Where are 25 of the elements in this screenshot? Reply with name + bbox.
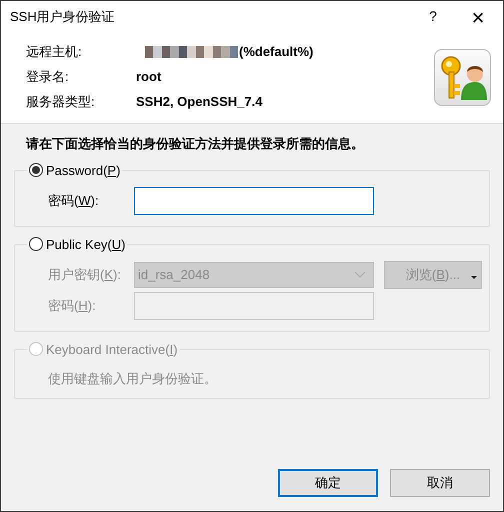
- field-label: 用户密钥(K):: [48, 266, 122, 284]
- key-user-icon: [438, 54, 486, 102]
- window-title: SSH用户身份验证: [10, 8, 116, 26]
- cancel-button[interactable]: 取消: [390, 469, 490, 497]
- password-field[interactable]: [134, 292, 374, 320]
- close-button[interactable]: ×: [453, 1, 503, 32]
- info-label: 远程主机:: [26, 42, 83, 61]
- radio-option[interactable]: Public Key(U): [27, 234, 128, 254]
- radio-option[interactable]: Password(P): [27, 160, 122, 180]
- radio-button[interactable]: [29, 163, 43, 178]
- info-value: SSH2, OpenSSH_7.4: [136, 92, 262, 111]
- info-label: 服务器类型:: [26, 92, 96, 111]
- chevron-down-icon: [355, 272, 365, 278]
- dropdown-arrow-icon: [471, 276, 477, 279]
- password-field[interactable]: [134, 187, 374, 215]
- method-description: 使用键盘输入用户身份验证。: [47, 370, 218, 388]
- help-button[interactable]: ?: [413, 1, 453, 32]
- field-label: 密码(H):: [48, 297, 97, 316]
- instruction-text: 请在下面选择恰当的身份验证方法并提供登录所需的信息。: [24, 135, 365, 153]
- radio-button[interactable]: [29, 237, 43, 252]
- field-label: 密码(W):: [48, 192, 100, 210]
- info-value: root: [136, 68, 162, 86]
- info-value: (%default%): [239, 42, 314, 61]
- ok-button[interactable]: 确定: [278, 469, 378, 497]
- info-label: 登录名:: [26, 68, 70, 86]
